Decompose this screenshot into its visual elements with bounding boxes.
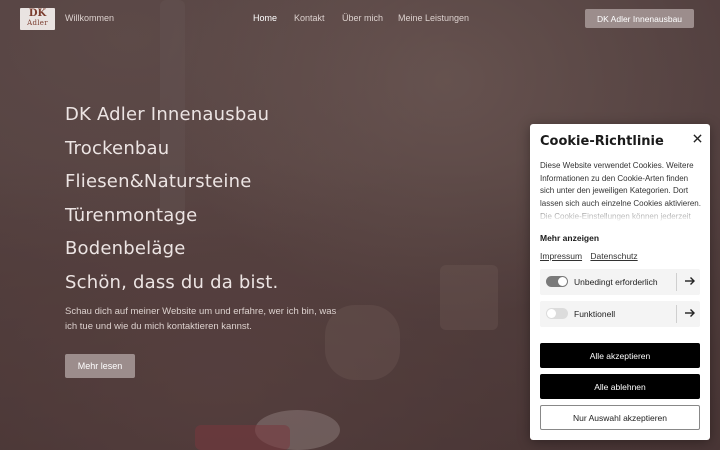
cookie-category-necessary: Unbedingt erforderlich [540,269,700,295]
toggle-knob [558,277,567,286]
category-label: Funktionell [574,309,616,319]
arrow-right-icon[interactable] [683,274,697,288]
nav-item-home[interactable]: Home [253,13,277,23]
accept-all-button[interactable]: Alle akzeptieren [540,343,700,368]
cookie-title: Cookie-Richtlinie [540,134,664,149]
cookie-category-functional: Funktionell [540,301,700,327]
hero-greeting: Schön, dass du da bist. [65,271,279,293]
nav-item-kontakt[interactable]: Kontakt [294,13,325,23]
datenschutz-link[interactable]: Datenschutz [590,251,637,261]
header-cta-button[interactable]: DK Adler Innenausbau [585,9,694,28]
hero-service-line: Fliesen&Natursteine [65,171,252,193]
arrow-right-icon[interactable] [683,306,697,320]
nav-item-ueber-mich[interactable]: Über mich [342,13,383,23]
site-header: DK Adler Willkommen Home Kontakt Über mi… [0,0,720,38]
impressum-link[interactable]: Impressum [540,251,582,261]
site-logo[interactable]: DK Adler [20,8,55,30]
reject-all-button[interactable]: Alle ablehnen [540,374,700,399]
category-divider [676,273,677,291]
read-more-button[interactable]: Mehr lesen [65,354,135,378]
cookie-panel: Cookie-Richtlinie Diese Website verwende… [530,124,710,440]
category-divider [676,305,677,323]
show-more-link[interactable]: Mehr anzeigen [540,233,599,243]
toggle-functional[interactable] [546,308,568,319]
hero-headlines: DK Adler Innenausbau Trockenbau Fliesen&… [65,100,278,302]
accept-selection-button[interactable]: Nur Auswahl akzeptieren [540,405,700,430]
hero-title: DK Adler Innenausbau [65,104,270,125]
hero-description: Schau dich auf meiner Website um und erf… [65,306,337,332]
site-welcome-text[interactable]: Willkommen [65,13,114,23]
hero-service-line: Bodenbeläge [65,238,186,260]
toggle-necessary[interactable] [546,276,568,287]
hero-service-line: Trockenbau [65,137,170,159]
category-label: Unbedingt erforderlich [574,277,658,287]
logo-text-top: DK [28,8,47,19]
logo-text-bottom: Adler [27,19,48,27]
cookie-text-fade [540,204,702,222]
nav-item-leistungen[interactable]: Meine Leistungen [398,13,469,23]
hero-service-line: Türenmontage [65,204,198,226]
close-icon[interactable] [690,132,704,146]
toggle-knob [547,309,556,318]
cookie-links: Impressum Datenschutz [540,251,644,261]
